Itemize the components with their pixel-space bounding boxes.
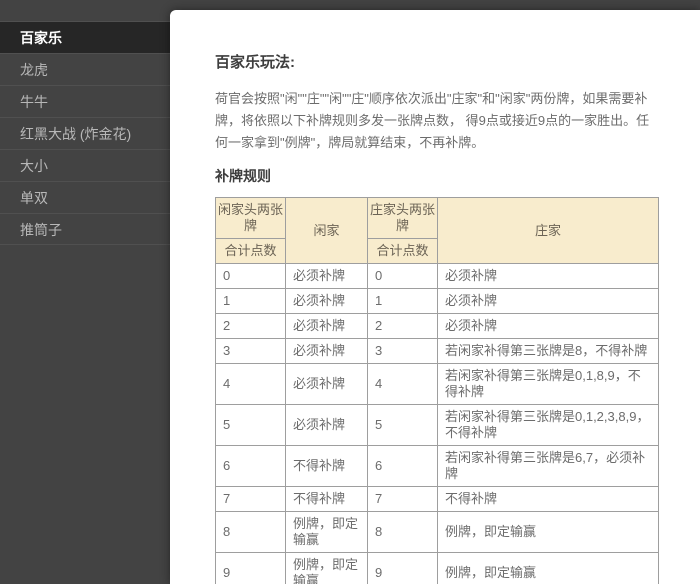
banker-points-cell: 9: [368, 553, 438, 584]
table-row: 9例牌，即定输赢9例牌，即定输赢: [216, 553, 659, 584]
player-points-cell: 5: [216, 405, 286, 446]
player-points-cell: 4: [216, 364, 286, 405]
player-points-cell: 8: [216, 512, 286, 553]
table-row: 4必须补牌4若闲家补得第三张牌是0,1,8,9，不得补牌: [216, 364, 659, 405]
banker-total-header: 合计点数: [368, 239, 438, 264]
banker-points-cell: 0: [368, 264, 438, 289]
player-points-cell: 2: [216, 314, 286, 339]
player-rule-cell: 不得补牌: [286, 487, 368, 512]
page-title: 百家乐玩法:: [215, 54, 700, 72]
player-rule-cell: 例牌，即定输赢: [286, 553, 368, 584]
rules-table-body: 0必须补牌0必须补牌1必须补牌1必须补牌2必须补牌2必须补牌3必须补牌3若闲家补…: [216, 264, 659, 584]
banker-points-cell: 3: [368, 339, 438, 364]
sidebar-item-2[interactable]: 龙虎: [0, 53, 170, 85]
table-header-row-top: 闲家头两张牌 闲家 庄家头两张牌 庄家: [216, 198, 659, 239]
player-rule-cell: 必须补牌: [286, 364, 368, 405]
sidebar-item-6[interactable]: 单双: [0, 181, 170, 213]
table-row: 7不得补牌7不得补牌: [216, 487, 659, 512]
player-rule-cell: 例牌，即定输赢: [286, 512, 368, 553]
banker-rule-cell: 若闲家补得第三张牌是0,1,2,3,8,9，不得补牌: [438, 405, 659, 446]
player-pair-header: 闲家头两张牌: [216, 198, 286, 239]
banker-rule-cell: 若闲家补得第三张牌是0,1,8,9，不得补牌: [438, 364, 659, 405]
player-points-cell: 0: [216, 264, 286, 289]
sidebar-item-5[interactable]: 大小: [0, 149, 170, 181]
player-points-cell: 1: [216, 289, 286, 314]
banker-header: 庄家: [438, 198, 659, 264]
player-rule-cell: 必须补牌: [286, 264, 368, 289]
table-row: 3必须补牌3若闲家补得第三张牌是8，不得补牌: [216, 339, 659, 364]
banker-points-cell: 4: [368, 364, 438, 405]
banker-points-cell: 8: [368, 512, 438, 553]
sidebar-item-4[interactable]: 红黑大战 (炸金花): [0, 117, 170, 149]
rules-table: 闲家头两张牌 闲家 庄家头两张牌 庄家 合计点数 合计点数 0必须补牌0必须补牌…: [215, 197, 659, 584]
banker-points-cell: 5: [368, 405, 438, 446]
player-rule-cell: 必须补牌: [286, 314, 368, 339]
player-rule-cell: 必须补牌: [286, 289, 368, 314]
sidebar-item-3[interactable]: 牛牛: [0, 85, 170, 117]
rules-description: 荷官会按照"闲""庄""闲""庄"顺序依次派出"庄家"和"闲家"两份牌，如果需要…: [215, 88, 659, 154]
player-total-header: 合计点数: [216, 239, 286, 264]
banker-points-cell: 2: [368, 314, 438, 339]
player-rule-cell: 必须补牌: [286, 405, 368, 446]
table-row: 5必须补牌5若闲家补得第三张牌是0,1,2,3,8,9，不得补牌: [216, 405, 659, 446]
player-points-cell: 6: [216, 446, 286, 487]
player-points-cell: 7: [216, 487, 286, 512]
banker-points-cell: 7: [368, 487, 438, 512]
table-row: 1必须补牌1必须补牌: [216, 289, 659, 314]
banker-rule-cell: 必须补牌: [438, 314, 659, 339]
table-row: 2必须补牌2必须补牌: [216, 314, 659, 339]
content-panel: 百家乐玩法: 荷官会按照"闲""庄""闲""庄"顺序依次派出"庄家"和"闲家"两…: [170, 10, 700, 584]
player-rule-cell: 不得补牌: [286, 446, 368, 487]
banker-rule-cell: 必须补牌: [438, 289, 659, 314]
banker-points-cell: 1: [368, 289, 438, 314]
banker-points-cell: 6: [368, 446, 438, 487]
banker-pair-header: 庄家头两张牌: [368, 198, 438, 239]
sidebar-menu: 百家乐龙虎牛牛红黑大战 (炸金花)大小单双推筒子: [0, 21, 170, 245]
banker-rule-cell: 必须补牌: [438, 264, 659, 289]
player-header: 闲家: [286, 198, 368, 264]
player-points-cell: 3: [216, 339, 286, 364]
table-row: 0必须补牌0必须补牌: [216, 264, 659, 289]
player-points-cell: 9: [216, 553, 286, 584]
banker-rule-cell: 若闲家补得第三张牌是8，不得补牌: [438, 339, 659, 364]
sidebar-item-1[interactable]: 百家乐: [0, 21, 170, 53]
banker-rule-cell: 不得补牌: [438, 487, 659, 512]
table-row: 6不得补牌6若闲家补得第三张牌是6,7，必须补牌: [216, 446, 659, 487]
sidebar-item-7[interactable]: 推筒子: [0, 213, 170, 245]
banker-rule-cell: 例牌，即定输赢: [438, 512, 659, 553]
rules-heading: 补牌规则: [215, 168, 700, 185]
sidebar: 百家乐龙虎牛牛红黑大战 (炸金花)大小单双推筒子: [0, 0, 170, 584]
banker-rule-cell: 例牌，即定输赢: [438, 553, 659, 584]
table-row: 8例牌，即定输赢8例牌，即定输赢: [216, 512, 659, 553]
player-rule-cell: 必须补牌: [286, 339, 368, 364]
banker-rule-cell: 若闲家补得第三张牌是6,7，必须补牌: [438, 446, 659, 487]
